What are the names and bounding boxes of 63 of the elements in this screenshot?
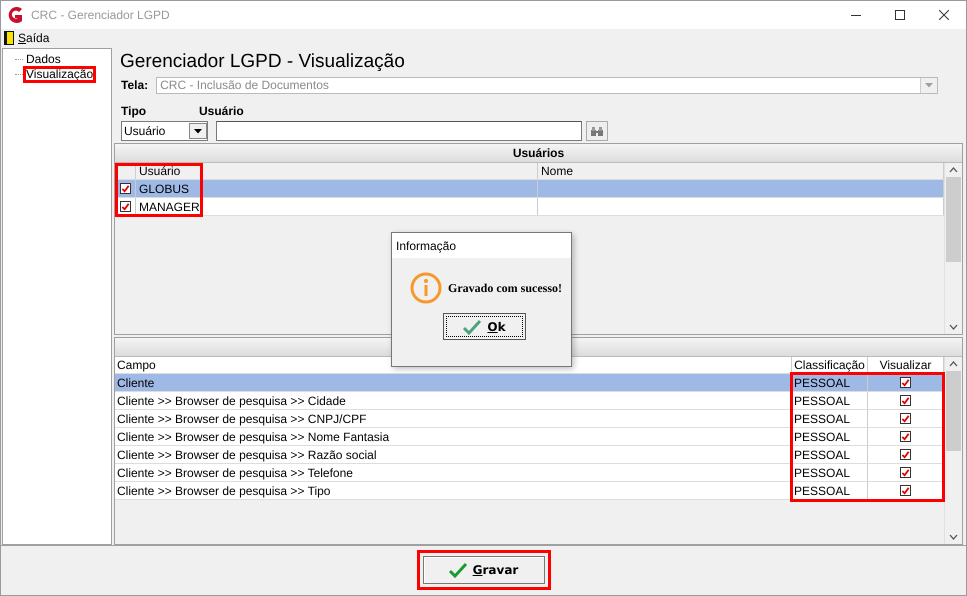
checkbox[interactable]: [120, 201, 130, 212]
info-icon: [410, 272, 442, 304]
table-cell: PESSOAL: [792, 410, 868, 427]
maximize-icon[interactable]: [895, 10, 905, 20]
type-dropdown[interactable]: Usuário: [121, 121, 208, 141]
checkbox[interactable]: [900, 377, 911, 388]
table-cell: PESSOAL: [792, 428, 868, 445]
checkbox[interactable]: [900, 413, 911, 424]
table-cell: PESSOAL: [792, 464, 868, 481]
table-cell: PESSOAL: [792, 482, 868, 499]
tree-item[interactable]: Visualização: [25, 68, 94, 81]
checkbox[interactable]: [900, 449, 911, 460]
table-cell: MANAGER: [136, 198, 538, 215]
checkbox[interactable]: [900, 395, 911, 406]
field-label: Tela:: [121, 78, 148, 92]
table-row[interactable]: Cliente >> Browser de pesquisa >> Nome Fantasia PESSOAL: [115, 428, 944, 446]
search-button[interactable]: [586, 121, 608, 141]
window-title: CRC - Gerenciador LGPD: [31, 8, 171, 22]
dropdown-arrow-icon: [194, 128, 202, 134]
table-cell: GLOBUS: [136, 180, 538, 197]
table-row[interactable]: Cliente >> Browser de pesquisa >> CNPJ/CPF PESSOAL: [115, 410, 944, 428]
dialog-title: Informação: [396, 238, 456, 252]
menu-item[interactable]: Saída: [18, 30, 50, 44]
table-cell: Cliente >> Browser de pesquisa >> CNPJ/CPF: [115, 410, 792, 427]
table-row[interactable]: Cliente PESSOAL: [115, 374, 944, 392]
table-row[interactable]: Cliente >> Browser de pesquisa >> Razão social PESSOAL: [115, 446, 944, 464]
table-cell: PESSOAL: [792, 446, 868, 463]
column-header[interactable]: Classificação: [792, 357, 868, 373]
binoculars-icon: [590, 126, 604, 136]
checkbox[interactable]: [900, 467, 911, 478]
exit-door-icon: [4, 30, 14, 44]
checkmark-icon: [448, 562, 467, 578]
checkmark-icon: [463, 318, 482, 334]
panel-title: Usuários: [512, 146, 564, 160]
dropdown-arrow-icon: [925, 82, 933, 88]
close-icon[interactable]: [939, 10, 949, 20]
checkbox[interactable]: [120, 183, 130, 194]
page-heading: Gerenciador LGPD - Visualização: [120, 50, 406, 74]
dialog-message: Gravado com sucesso!: [448, 280, 562, 296]
table-row[interactable]: MANAGER: [115, 198, 944, 216]
tree-item[interactable]: Dados: [25, 53, 62, 66]
table-row[interactable]: GLOBUS: [115, 180, 944, 198]
table-row[interactable]: Cliente >> Browser de pesquisa >> Cidade PESSOAL: [115, 392, 944, 410]
checkbox[interactable]: [900, 431, 911, 442]
scrollbar[interactable]: [944, 163, 962, 334]
column-header[interactable]: Usuário: [136, 163, 538, 179]
scrollbar[interactable]: [944, 357, 962, 544]
table-row[interactable]: Cliente >> Browser de pesquisa >> Telefone PESSOAL: [115, 464, 944, 482]
field-label: Tipo: [121, 104, 148, 118]
user-input-field[interactable]: [216, 121, 582, 141]
save-button[interactable]: Gravar: [422, 556, 544, 584]
table-cell: Cliente >> Browser de pesquisa >> Cidade: [115, 392, 792, 409]
table-cell: Cliente >> Browser de pesquisa >> Nome Fantasia: [115, 428, 792, 445]
table-cell: PESSOAL: [792, 392, 868, 409]
table-row[interactable]: Cliente >> Browser de pesquisa >> Tipo PESSOAL: [115, 482, 944, 500]
table-cell: PESSOAL: [792, 374, 868, 391]
table-cell: Cliente >> Browser de pesquisa >> Tipo: [115, 482, 792, 499]
ok-button[interactable]: Ok: [443, 313, 526, 340]
field-label: Usuário: [199, 104, 244, 118]
table-cell: Cliente >> Browser de pesquisa >> Razão social: [115, 446, 792, 463]
table-cell: Cliente >> Browser de pesquisa >> Telefone: [115, 464, 792, 481]
table-cell: Cliente: [115, 374, 792, 391]
checkbox[interactable]: [900, 485, 911, 496]
